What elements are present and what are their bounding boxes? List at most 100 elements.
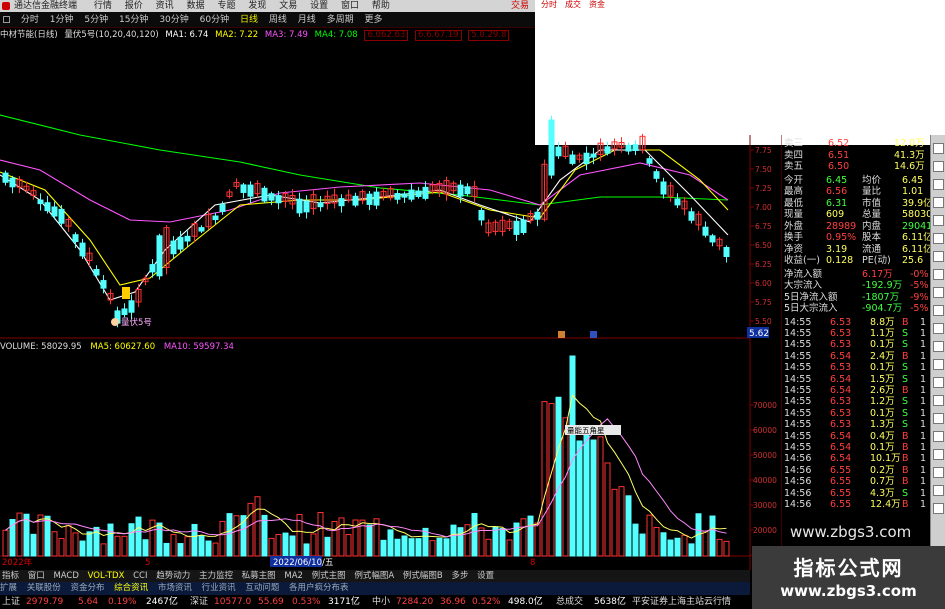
tick-row[interactable]: 14:55 6.53 1.2万 S 1 [782,396,930,407]
candle-body [93,269,100,276]
sidebar-icon-1[interactable] [933,143,944,154]
flow-row[interactable]: 大宗流入 -192.9万 -5% [782,280,930,292]
stat-row[interactable]: 最低 6.31 市值 39.9亿 [782,198,933,210]
flow-value: 6.17万 [862,268,893,280]
sidebar-icon-21[interactable] [933,503,944,514]
kline-chart[interactable]: 7.75 7.50 7.25 7.00 6.75 6.50 6.25 6.00 5.75 5.50… [0,0,782,570]
stat-row[interactable]: 现量 609 总量 58030 [782,209,932,221]
info-general[interactable]: 综合资讯 [114,583,148,593]
sidebar-icon-14[interactable] [933,377,944,388]
info-extend[interactable]: 扩展 [0,583,17,593]
tick-row[interactable]: 14:56 6.55 4.3万 S 1 [782,488,930,499]
tick-row[interactable]: 14:55 6.54 1.5万 S 1 [782,374,930,385]
ask-row[interactable]: 卖四 6.51 41.3万 [782,150,930,162]
info-market[interactable]: 市场资讯 [158,583,192,593]
stat-row[interactable]: 外盘 28989 内盘 29041 [782,221,932,233]
tab-main-monitor[interactable]: 主力监控 [199,571,233,581]
tick-row[interactable]: 14:56 6.55 0.2万 B 1 [782,465,930,476]
stat-row[interactable]: 收益(一) 0.128 PE(动) 25.6 [782,255,930,267]
watermark-url: www.zbgs3.com [780,582,917,600]
tab-settings[interactable]: 设置 [477,571,494,581]
sidebar-icon-15[interactable] [933,395,944,406]
flow-row[interactable]: 净流入额 6.17万 -0% [782,269,930,281]
sidebar-icon-20[interactable] [933,485,944,496]
tick-time: 14:55 [784,327,812,339]
stat-value: 6.11亿 [902,243,933,255]
stat-row[interactable]: 换手 0.95% 股本 6.11亿 [782,232,933,244]
sidebar-icon-6[interactable] [933,233,944,244]
event-flag-icon-1[interactable] [558,331,565,338]
sidebar-icon-18[interactable] [933,449,944,460]
stat-value: 3.19 [826,243,848,255]
tab-cci[interactable]: CCI [133,571,147,581]
tick-row[interactable]: 14:55 6.54 2.6万 B 1 [782,385,930,396]
volume-bar [149,519,156,557]
sidebar-icon-12[interactable] [933,341,944,352]
tab-indicator[interactable]: 指标 [2,571,19,581]
info-user-dist[interactable]: 各用户疯分布表 [289,583,349,593]
stat-row[interactable]: 最高 6.56 量比 1.01 [782,186,930,198]
candle-body [366,193,373,205]
tick-row[interactable]: 14:55 6.54 0.4万 B 1 [782,431,930,442]
tab-trend[interactable]: 趋势动力 [156,571,190,581]
tick-row[interactable]: 14:55 6.53 0.1万 S 1 [782,339,930,350]
sidebar-icon-17[interactable] [933,431,944,442]
tick-row[interactable]: 14:55 6.53 1.3万 S 1 [782,419,930,430]
flow-row[interactable]: 5日大宗流入 -904.7万 -5% [782,303,930,315]
sh-label[interactable]: 上证 [2,595,20,609]
stat-row[interactable]: 净资 3.19 流通 6.11亿 [782,243,933,256]
sz-label[interactable]: 深证 [190,595,208,609]
tab-ma2[interactable]: MA2 [284,571,303,581]
sidebar-icon-4[interactable] [933,197,944,208]
info-industry[interactable]: 行业资讯 [202,583,236,593]
tick-row[interactable]: 14:55 6.54 0.1万 B 1 [782,442,930,453]
tick-row[interactable]: 14:55 6.53 0.1万 S 1 [782,408,930,419]
info-related[interactable]: 关联股份 [27,583,61,593]
ask-row[interactable]: 卖五 6.50 14.6万 [782,161,930,173]
tick-row[interactable]: 14:55 6.53 0.1万 S 1 [782,362,930,373]
tab-macd[interactable]: MACD [53,571,78,581]
sidebar-icon-19[interactable] [933,467,944,478]
zx-value: 7284.20 [396,597,434,607]
server-name[interactable]: 平安证券上海主站云行情 [632,595,731,609]
tick-row[interactable]: 14:56 6.54 10.1万 B 1 [782,453,930,464]
tab-window[interactable]: 窗口 [28,571,45,581]
sidebar-icon-2[interactable] [933,161,944,172]
tick-count: 1 [920,441,927,453]
candle-body [51,206,58,217]
sidebar-icon-7[interactable] [933,251,944,262]
tab-private-main[interactable]: 私募主图 [242,571,276,581]
sidebar-icon-11[interactable] [933,323,944,334]
sidebar-icon-16[interactable] [933,413,944,424]
event-flag-icon-2[interactable] [590,331,597,338]
tick-row[interactable]: 14:56 6.55 0.7万 B 1 [782,476,930,487]
ask-row[interactable]: 卖三 6.52 12.0万 [782,138,930,150]
tab-example-main[interactable]: 例式主图 [312,571,346,581]
info-funds[interactable]: 资金分布 [70,583,104,593]
tab-vol-tdx[interactable]: VOL-TDX [88,571,125,581]
zx-label[interactable]: 中小 [372,595,390,609]
sidebar-icon-8[interactable] [933,269,944,280]
volume-bar [443,538,450,557]
zx-pct: 0.52% [472,597,501,607]
tick-time: 14:56 [784,476,812,488]
flow-label: 5日净流入额 [784,291,838,303]
tick-row[interactable]: 14:55 6.54 2.4万 B 1 [782,351,930,362]
flow-pct: -5% [910,303,929,314]
tick-row[interactable]: 14:55 6.53 1.1万 S 1 [782,328,930,339]
sidebar-icon-3[interactable] [933,179,944,190]
current-price-tag: 5.62 [749,329,769,339]
tab-example-b[interactable]: 例式幅图B [403,571,443,581]
stat-row[interactable]: 今开 6.45 均价 6.45 [782,175,930,187]
tab-more[interactable]: 多步 [451,571,468,581]
sidebar-icon-9[interactable] [933,287,944,298]
tick-row[interactable]: 14:56 6.55 12.4万 B 1 [782,499,930,510]
info-qa[interactable]: 互动问题 [245,583,279,593]
sidebar-icon-10[interactable] [933,305,944,316]
flow-row[interactable]: 5日净流入额 -1807万 -9% [782,292,930,304]
tick-row[interactable]: 14:55 6.53 8.8万 B 1 [782,317,930,328]
sidebar-icon-5[interactable] [933,215,944,226]
tab-example-a[interactable]: 例式幅图A [354,571,394,581]
sidebar-icon-13[interactable] [933,359,944,370]
candle-body [688,211,695,221]
